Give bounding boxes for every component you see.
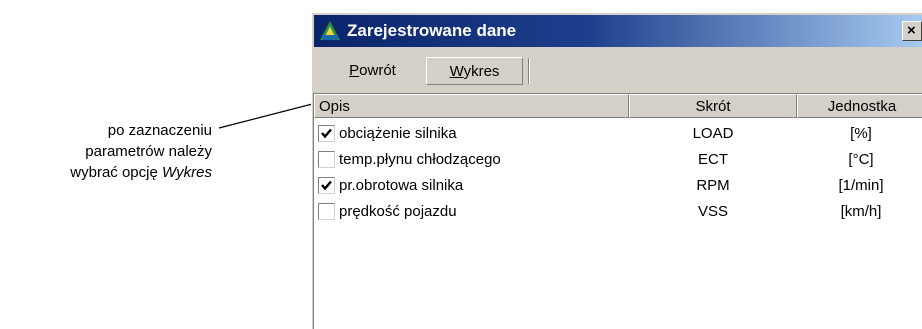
annotation-line-3-prefix: wybrać opcję [70,164,162,181]
wykres-mnemonic: W [449,63,464,80]
column-header-jednostka[interactable]: Jednostka [797,94,922,118]
check-mark-icon [321,180,332,191]
row-checkbox[interactable] [318,177,335,194]
annotation-line-3: wybrać opcję Wykres [0,162,212,183]
row-jednostka: [1/min] [838,177,884,194]
row-opis: temp.płynu chłodzącego [339,151,501,168]
annotation-line-2: parametrów należy [85,143,212,160]
close-icon: × [907,22,916,39]
close-button[interactable]: × [902,21,922,41]
row-opis: obciążenie silnika [339,125,457,142]
row-skrot: VSS [697,203,728,220]
toolbar: Powrót Wykres [312,51,922,91]
row-checkbox[interactable] [318,203,335,220]
wykres-label: ykres [463,63,500,80]
row-skrot: LOAD [692,125,734,142]
window-title: Zarejestrowane dane [347,21,517,40]
toolbar-separator [528,58,530,84]
row-checkbox[interactable] [318,125,335,142]
annotation-line-1: po zaznaczeniu [107,122,212,139]
column-header-opis[interactable]: Opis [314,94,629,118]
title-bar[interactable]: Zarejestrowane dane × [314,15,922,47]
annotation-text: po zaznaczeniu parametrów należy wybrać … [0,120,212,183]
row-opis: prędkość pojazdu [339,203,457,220]
row-jednostka: [km/h] [840,203,882,220]
table-row[interactable]: temp.płynu chłodzącego ECT [°C] [314,147,922,172]
app-logo-icon [320,21,340,40]
row-jednostka: [%] [850,125,872,142]
wykres-button[interactable]: Wykres [426,57,523,85]
row-jednostka: [°C] [848,151,874,168]
powrot-button[interactable]: Powrót [319,57,426,85]
registered-data-window: Zarejestrowane dane × Powrót Wykres Opis… [311,12,922,329]
powrot-label: owrót [359,62,396,79]
row-skrot: ECT [698,151,728,168]
row-opis: pr.obrotowa silnika [339,177,464,194]
parameter-list: Opis Skrót Jednostka obciążenie silnika … [313,93,922,329]
list-header: Opis Skrót Jednostka [314,94,922,118]
table-row[interactable]: obciążenie silnika LOAD [%] [314,121,922,146]
row-skrot: RPM [696,177,730,194]
table-row[interactable]: pr.obrotowa silnika RPM [1/min] [314,173,922,198]
stage: po zaznaczeniu parametrów należy wybrać … [0,0,922,329]
annotation-line-3-emphasis: Wykres [162,164,212,181]
powrot-mnemonic: P [349,62,360,79]
column-header-skrot[interactable]: Skrót [629,94,797,118]
row-checkbox[interactable] [318,151,335,168]
table-row[interactable]: prędkość pojazdu VSS [km/h] [314,199,922,224]
check-mark-icon [321,128,332,139]
